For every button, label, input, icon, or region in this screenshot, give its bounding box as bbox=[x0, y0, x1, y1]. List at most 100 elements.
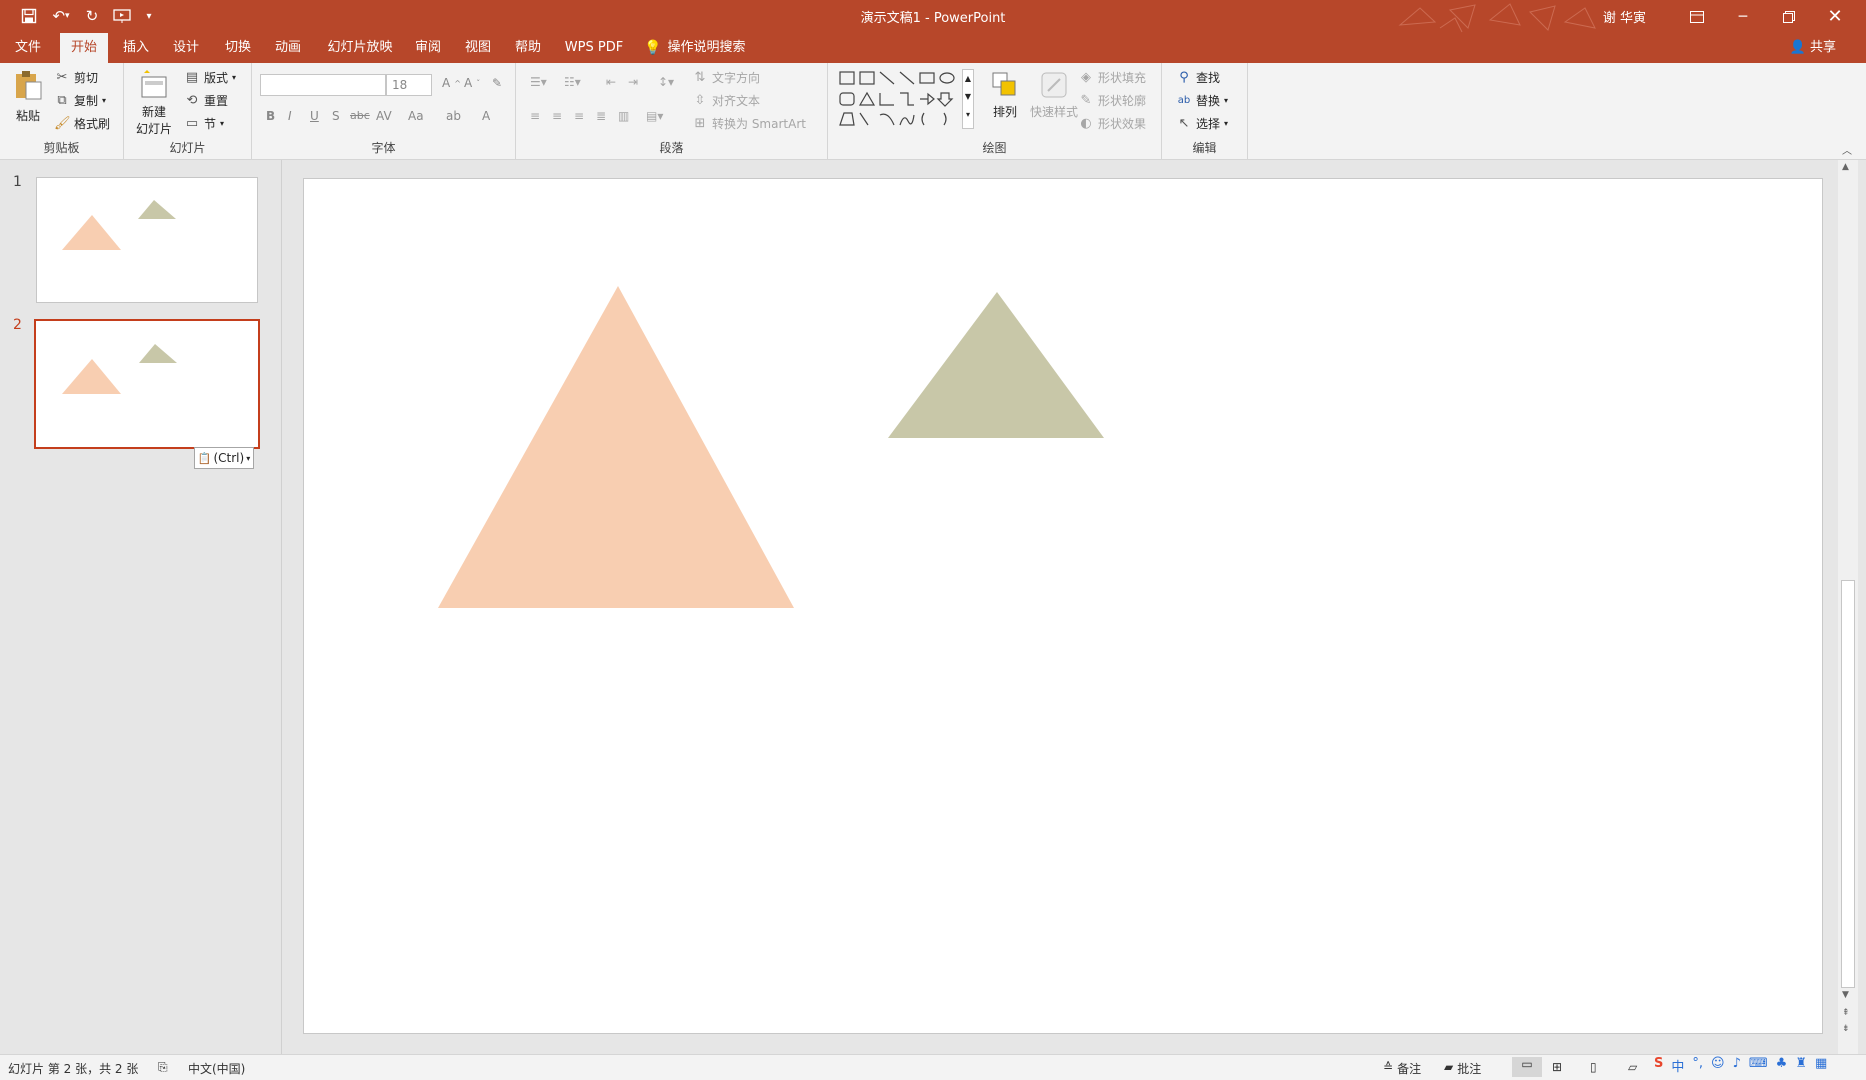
shape-effects-button[interactable]: ◐ 形状效果 bbox=[1078, 115, 1146, 132]
ribbon-display-options-icon[interactable] bbox=[1674, 0, 1720, 33]
shrink-font-icon[interactable]: Aˇ bbox=[464, 76, 480, 90]
next-slide-icon[interactable]: ⇟ bbox=[1842, 1024, 1850, 1034]
slide-thumbnail-pane: 1 2 📋 (Ctrl) ▾ bbox=[0, 160, 282, 1054]
character-spacing-button[interactable]: AV bbox=[376, 109, 392, 123]
large-triangle-shape[interactable] bbox=[438, 286, 794, 608]
change-case-button[interactable]: Aa bbox=[408, 109, 424, 123]
pencil-icon: ✎ bbox=[1080, 92, 1092, 108]
restore-icon[interactable] bbox=[1766, 0, 1812, 33]
punctuation-icon: °, bbox=[1692, 1056, 1704, 1071]
slideshow-view-icon[interactable]: ▱ bbox=[1628, 1060, 1637, 1074]
arrange-button[interactable]: 排列 bbox=[988, 69, 1022, 120]
copy-button[interactable]: ⧉ 复制 ▾ bbox=[54, 92, 106, 109]
tab-help[interactable]: 帮助 bbox=[508, 33, 548, 63]
minimize-icon[interactable]: ─ bbox=[1720, 0, 1766, 33]
justify-icon[interactable]: ≣ bbox=[596, 109, 606, 123]
tab-design[interactable]: 设计 bbox=[166, 33, 206, 63]
user-name[interactable]: 谢 华寅 bbox=[1603, 7, 1646, 26]
slide-number-1: 1 bbox=[13, 174, 22, 190]
replace-button[interactable]: ab 替换 ▾ bbox=[1176, 92, 1228, 109]
tab-file[interactable]: 文件 bbox=[8, 33, 48, 63]
paste-options-button[interactable]: 📋 (Ctrl) ▾ bbox=[194, 447, 254, 469]
align-left-icon[interactable]: ≡ bbox=[530, 109, 540, 123]
tab-slide-show[interactable]: 幻灯片放映 bbox=[320, 33, 400, 63]
bullets-icon[interactable]: ☰▾ bbox=[530, 75, 547, 89]
notes-button[interactable]: ≙ 备注 bbox=[1383, 1060, 1421, 1077]
tab-home[interactable]: 开始 bbox=[60, 33, 108, 63]
increase-indent-icon[interactable]: ⇥ bbox=[628, 75, 638, 89]
brush-icon: 🖌 bbox=[54, 115, 71, 131]
vertical-scrollbar[interactable]: ▲ ▼ ⇞ ⇟ bbox=[1838, 160, 1858, 1054]
shape-fill-button[interactable]: ◈ 形状填充 bbox=[1078, 69, 1146, 86]
new-slide-label-2: 幻灯片 bbox=[135, 122, 172, 136]
new-slide-button[interactable]: 新建 幻灯片 bbox=[132, 69, 176, 137]
ime-toolbar[interactable]: S 中 °, ☺ ♪ ⌨ ♣ ♜ ▦ bbox=[1654, 1056, 1827, 1075]
font-name-input[interactable] bbox=[260, 74, 386, 96]
tab-review[interactable]: 审阅 bbox=[408, 33, 448, 63]
thumb2-large-triangle bbox=[62, 359, 121, 394]
slide-count-status: 幻灯片 第 2 张，共 2 张 bbox=[8, 1062, 139, 1076]
shapes-gallery-more-icon[interactable]: ▲ ▼ ▾ bbox=[962, 69, 974, 129]
distribute-icon[interactable]: ▥ bbox=[618, 109, 629, 123]
shadow-button[interactable]: S bbox=[332, 109, 340, 123]
shirt-icon: ♜ bbox=[1795, 1056, 1807, 1071]
align-right-icon[interactable]: ≡ bbox=[574, 109, 584, 123]
clear-formatting-icon[interactable]: ✎ bbox=[492, 76, 502, 90]
font-color-button[interactable]: A bbox=[482, 109, 490, 123]
small-triangle-shape[interactable] bbox=[888, 292, 1104, 438]
reset-button[interactable]: ⟲ 重置 bbox=[184, 92, 228, 109]
decrease-indent-icon[interactable]: ⇤ bbox=[606, 75, 616, 89]
highlight-icon[interactable]: ab bbox=[446, 109, 461, 123]
person-icon: 👤 bbox=[1789, 40, 1806, 55]
shapes-gallery[interactable] bbox=[838, 69, 978, 129]
scroll-up-icon[interactable]: ▲ bbox=[1842, 162, 1849, 172]
columns-icon[interactable]: ▤▾ bbox=[646, 109, 663, 123]
close-icon[interactable]: ✕ bbox=[1812, 0, 1858, 33]
select-button[interactable]: ↖ 选择 ▾ bbox=[1176, 115, 1228, 132]
format-painter-button[interactable]: 🖌 格式刷 bbox=[54, 115, 110, 132]
smartart-button[interactable]: ⊞ 转换为 SmartArt bbox=[692, 115, 806, 132]
share-button[interactable]: 👤 共享 bbox=[1790, 33, 1836, 63]
text-direction-button[interactable]: ⇅ 文字方向 bbox=[692, 69, 760, 86]
tab-animations[interactable]: 动画 bbox=[268, 33, 308, 63]
bold-button[interactable]: B bbox=[266, 109, 275, 123]
tab-transitions[interactable]: 切换 bbox=[218, 33, 258, 63]
tab-insert[interactable]: 插入 bbox=[116, 33, 156, 63]
find-button[interactable]: ⚲ 查找 bbox=[1176, 69, 1220, 86]
slide-sorter-icon[interactable]: ⊞ bbox=[1552, 1060, 1562, 1074]
paste-button[interactable]: 粘贴 bbox=[10, 69, 46, 124]
collapse-ribbon-icon[interactable]: ︿ bbox=[1842, 142, 1852, 157]
language-status[interactable]: 中文(中国) bbox=[188, 1060, 245, 1077]
effects-icon: ◐ bbox=[1080, 115, 1092, 131]
ribbon-home: 粘贴 ✂ 剪切 ⧉ 复制 ▾ 🖌 格式刷 剪贴板 新建 幻灯片 ▤ 版式 ▾ ⟲ 重置 ▭ 节 ▾… bbox=[0, 63, 1866, 160]
scroll-down-icon[interactable]: ▼ bbox=[1842, 990, 1849, 1000]
strikethrough-button[interactable]: abc bbox=[350, 109, 370, 122]
spell-check-icon[interactable]: ⎘ bbox=[158, 1060, 168, 1075]
slide-canvas[interactable] bbox=[303, 178, 1823, 1034]
section-button[interactable]: ▭ 节 ▾ bbox=[184, 115, 224, 132]
copy-label: 复制 bbox=[74, 94, 99, 108]
quick-styles-label: 快速样式 bbox=[1029, 105, 1078, 119]
layout-button[interactable]: ▤ 版式 ▾ bbox=[184, 69, 236, 86]
italic-button[interactable]: I bbox=[288, 109, 292, 123]
shape-outline-button[interactable]: ✎ 形状轮廓 bbox=[1078, 92, 1146, 109]
font-size-input[interactable]: 18 bbox=[386, 74, 432, 96]
slide-thumbnail-1[interactable] bbox=[36, 177, 258, 303]
comments-button[interactable]: ▰ 批注 bbox=[1444, 1060, 1481, 1077]
normal-view-icon[interactable]: ▭ bbox=[1512, 1057, 1542, 1077]
slide-thumbnail-2[interactable] bbox=[34, 319, 260, 449]
tab-view[interactable]: 视图 bbox=[458, 33, 498, 63]
underline-button[interactable]: U bbox=[310, 109, 319, 123]
quick-styles-button[interactable]: 快速样式 bbox=[1028, 69, 1080, 120]
scroll-thumb[interactable] bbox=[1841, 580, 1855, 988]
reading-view-icon[interactable]: ▯ bbox=[1590, 1060, 1597, 1074]
align-center-icon[interactable]: ≡ bbox=[552, 109, 562, 123]
tell-me-search[interactable]: 💡 操作说明搜索 bbox=[644, 33, 754, 63]
numbering-icon[interactable]: ☷▾ bbox=[564, 75, 581, 89]
grow-font-icon[interactable]: A ^ bbox=[442, 76, 461, 90]
tab-wps-pdf[interactable]: WPS PDF bbox=[562, 33, 626, 63]
previous-slide-icon[interactable]: ⇞ bbox=[1842, 1008, 1850, 1018]
align-text-button[interactable]: ⇳ 对齐文本 bbox=[692, 92, 760, 109]
cut-button[interactable]: ✂ 剪切 bbox=[54, 69, 98, 86]
line-spacing-icon[interactable]: ↕▾ bbox=[658, 75, 674, 89]
